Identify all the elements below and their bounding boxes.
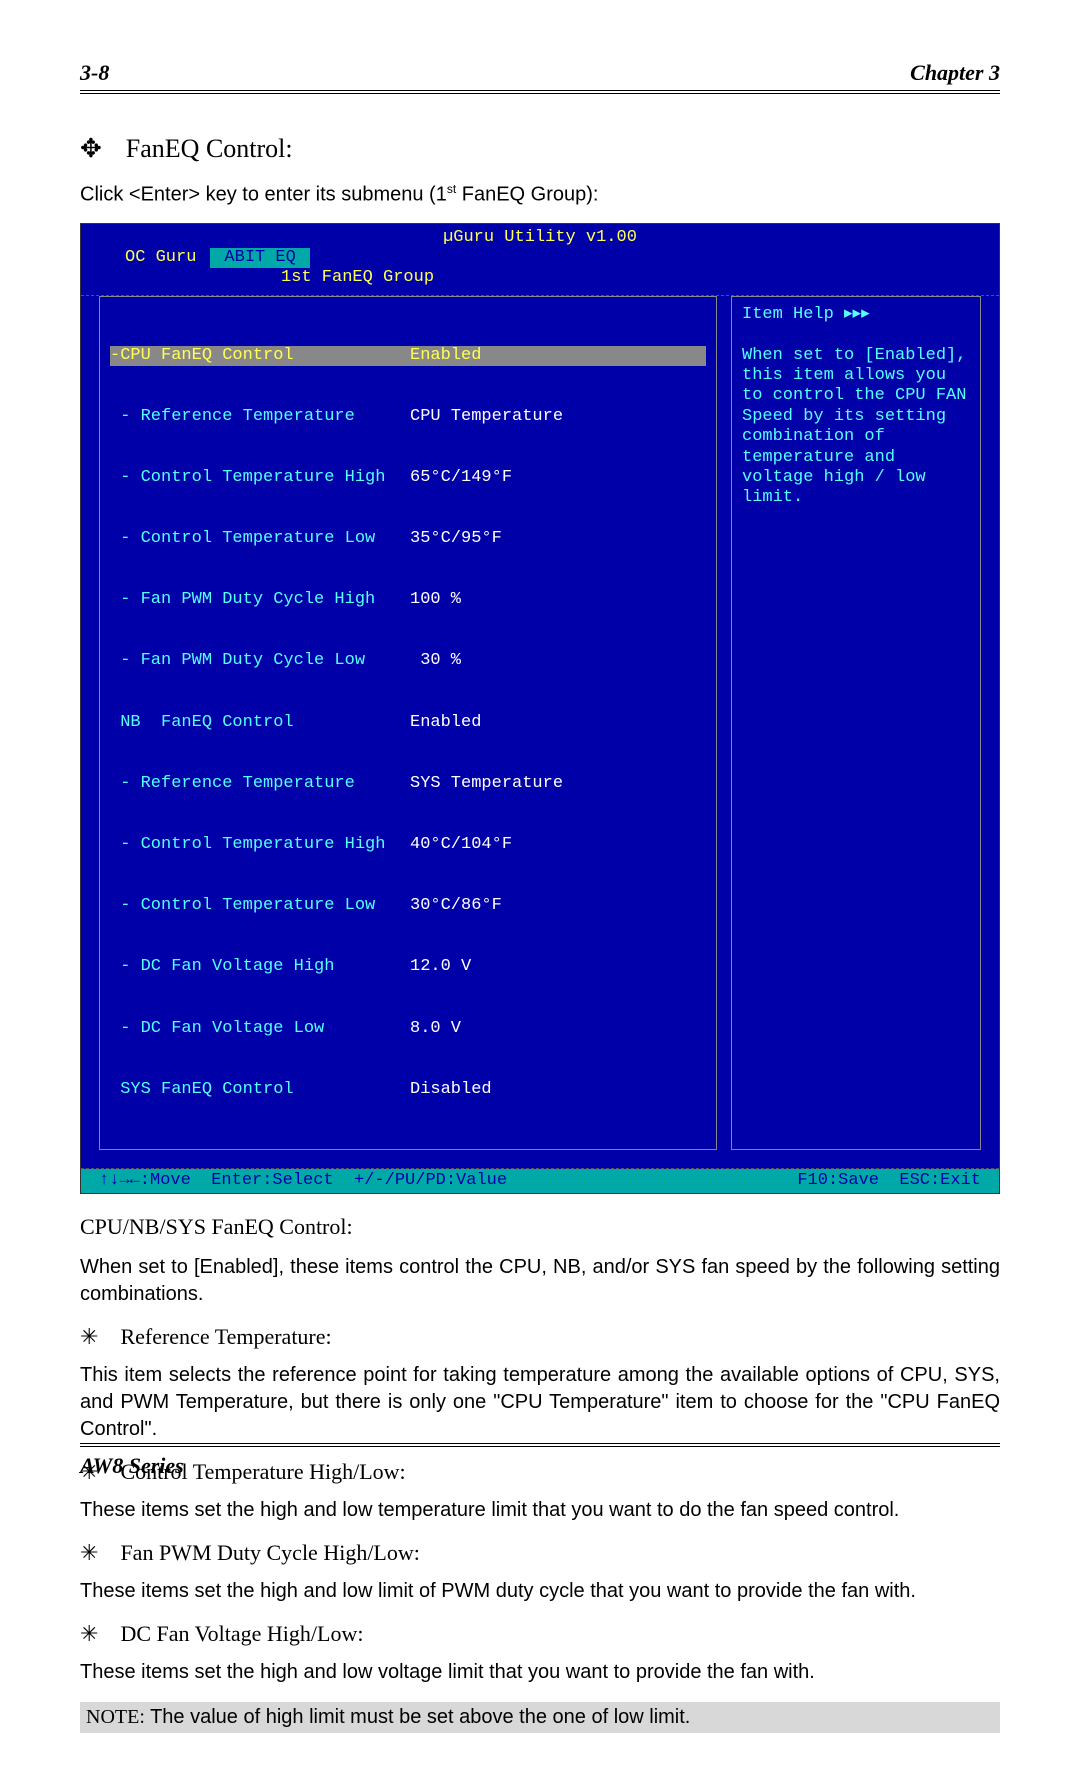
cursor-icon: ✥ [80,136,102,162]
row-ctrl-temp-high-nb[interactable]: - Control Temperature High40°C/104°F [110,835,706,855]
heading-cpu-nb-sys: CPU/NB/SYS FanEQ Control: [80,1214,1000,1240]
tab-oc-guru[interactable]: OC Guru [111,248,210,268]
bios-key-bar: ↑↓→←:Move Enter:Select +/-/PU/PD:Value F… [81,1169,999,1193]
para-dc-volt: These items set the high and low voltage… [80,1659,1000,1686]
row-cpu-faneq[interactable]: -CPU FanEQ ControlEnabled [110,346,706,366]
snowflake-icon: ✳ [80,1324,98,1350]
bios-subhead: 1st FanEQ Group [81,268,999,288]
help-body: When set to [Enabled], this item allows … [742,346,970,509]
page-footer: AW8 Series [80,1443,1000,1479]
snowflake-icon: ✳ [80,1540,98,1566]
help-title: Item Help ▸▸▸ [742,305,970,325]
row-ctrl-temp-low-nb[interactable]: - Control Temperature Low30°C/86°F [110,896,706,916]
row-pwm-high[interactable]: - Fan PWM Duty Cycle High100 % [110,590,706,610]
row-ctrl-temp-high-cpu[interactable]: - Control Temperature High65°C/149°F [110,468,706,488]
bios-title: µGuru Utility v1.00 [81,224,999,248]
note-text: The value of high limit must be set abov… [145,1706,690,1728]
title-text: FanEQ Control: [126,134,293,164]
note-label: NOTE: [86,1706,145,1728]
para-ctrl-temp: These items set the high and low tempera… [80,1497,1000,1524]
chapter-label: Chapter 3 [910,60,1000,86]
para-cpu-nb-sys: When set to [Enabled], these items contr… [80,1254,1000,1308]
sub-ref-temp: ✳ Reference Temperature: [80,1324,1000,1350]
section-title: ✥ FanEQ Control: [80,134,1000,164]
tab-abit-eq[interactable]: ABIT EQ [210,248,309,268]
bios-screen: µGuru Utility v1.00 OC Guru ABIT EQ 1st … [80,223,1000,1195]
para-pwm: These items set the high and low limit o… [80,1578,1000,1605]
footer-text: AW8 Series [80,1453,184,1478]
row-ref-temp-cpu[interactable]: - Reference TemperatureCPU Temperature [110,407,706,427]
snowflake-icon: ✳ [80,1621,98,1647]
row-ctrl-temp-low-cpu[interactable]: - Control Temperature Low35°C/95°F [110,529,706,549]
bar-left: ↑↓→←:Move Enter:Select +/-/PU/PD:Value [99,1171,507,1191]
row-dc-volt-low[interactable]: - DC Fan Voltage Low8.0 V [110,1019,706,1039]
row-dc-volt-high[interactable]: - DC Fan Voltage High12.0 V [110,957,706,977]
note-box: NOTE: The value of high limit must be se… [80,1702,1000,1733]
bios-main-panel: -CPU FanEQ ControlEnabled - Reference Te… [99,296,717,1150]
bios-tabs: OC Guru ABIT EQ [81,248,999,268]
para-ref-temp: This item selects the reference point fo… [80,1362,1000,1443]
row-sys-faneq[interactable]: SYS FanEQ ControlDisabled [110,1080,706,1100]
row-nb-faneq[interactable]: NB FanEQ ControlEnabled [110,713,706,733]
row-pwm-low[interactable]: - Fan PWM Duty Cycle Low 30 % [110,651,706,671]
page-number: 3-8 [80,60,109,86]
page-header: 3-8 Chapter 3 [80,60,1000,94]
row-ref-temp-sys[interactable]: - Reference TemperatureSYS Temperature [110,774,706,794]
sub-dc-volt: ✳ DC Fan Voltage High/Low: [80,1621,1000,1647]
intro-text: Click <Enter> key to enter its submenu (… [80,182,1000,207]
bar-right: F10:Save ESC:Exit [797,1171,981,1191]
sub-pwm: ✳ Fan PWM Duty Cycle High/Low: [80,1540,1000,1566]
bios-help-panel: Item Help ▸▸▸ When set to [Enabled], thi… [731,296,981,1150]
